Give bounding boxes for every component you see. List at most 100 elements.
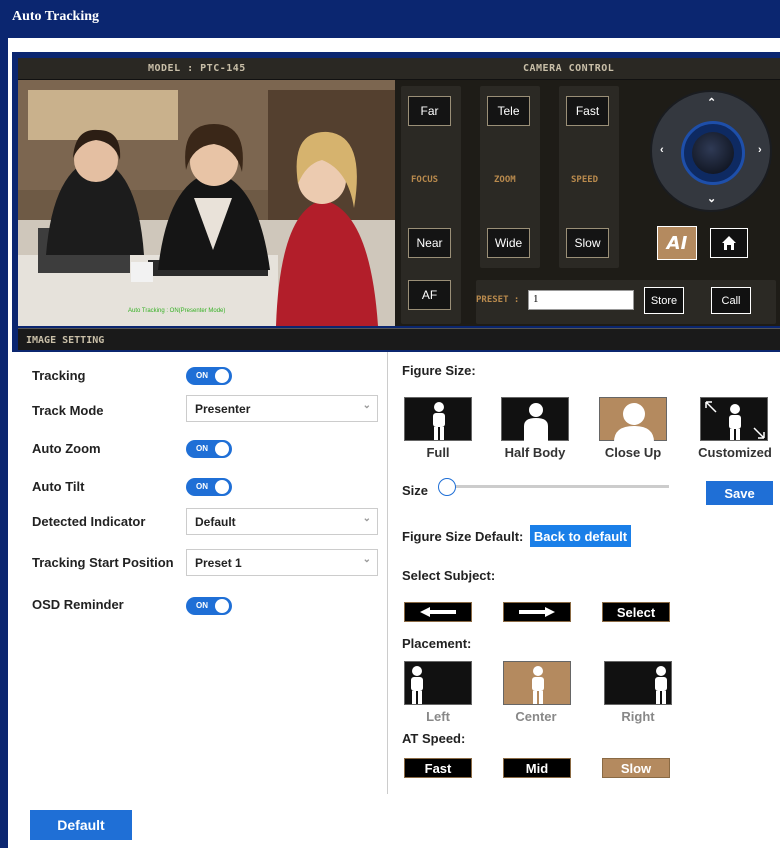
size-label: Size <box>402 483 429 498</box>
focus-near-button[interactable]: Near <box>408 228 451 258</box>
customized-size-icon <box>705 401 765 440</box>
auto-zoom-label: Auto Zoom <box>32 441 101 456</box>
auto-tilt-toggle[interactable]: ON <box>186 478 232 496</box>
figure-full-option[interactable] <box>404 397 472 441</box>
ai-tracking-button[interactable]: AI <box>657 226 697 260</box>
track-mode-label: Track Mode <box>32 403 104 418</box>
tracking-label: Tracking <box>32 368 86 383</box>
home-button[interactable] <box>710 228 748 258</box>
default-button[interactable]: Default <box>30 810 132 840</box>
person-center-icon <box>532 666 544 704</box>
close-up-icon <box>614 403 654 442</box>
video-preview: Auto Tracking : ON(Presenter Mode) <box>18 80 395 326</box>
column-divider <box>387 352 388 794</box>
preset-input[interactable]: 1 <box>528 290 634 310</box>
figure-half-body-caption: Half Body <box>504 445 566 460</box>
figure-customized-option[interactable] <box>700 397 768 441</box>
window-title: Auto Tracking <box>0 0 780 38</box>
camera-header: MODEL : PTC-145 CAMERA CONTROL <box>18 58 780 80</box>
at-speed-title: AT Speed: <box>402 731 466 746</box>
auto-tilt-label: Auto Tilt <box>32 479 85 494</box>
pan-up-icon[interactable]: ⌃ <box>707 96 716 109</box>
detected-indicator-label: Detected Indicator <box>32 514 146 529</box>
pan-left-icon[interactable]: ‹ <box>660 144 664 156</box>
at-speed-slow-button[interactable]: Slow <box>602 758 670 778</box>
camera-control-label: CAMERA CONTROL <box>523 63 615 74</box>
tracking-start-position-value: Preset 1 <box>195 556 242 570</box>
osd-reminder-label: OSD Reminder <box>32 597 124 612</box>
toggle-knob <box>215 369 229 383</box>
call-button[interactable]: Call <box>711 287 751 314</box>
placement-left-caption: Left <box>426 709 450 724</box>
back-to-default-button[interactable]: Back to default <box>530 525 631 547</box>
osd-reminder-toggle[interactable]: ON <box>186 597 232 615</box>
joystick-ball[interactable] <box>692 132 734 174</box>
subject-next-button[interactable] <box>503 602 571 622</box>
model-label: MODEL : PTC-145 <box>148 63 246 74</box>
track-mode-select[interactable]: Presenter ⌄ <box>186 395 378 422</box>
at-speed-mid-button[interactable]: Mid <box>503 758 571 778</box>
person-left-icon <box>411 666 423 704</box>
speed-slow-button[interactable]: Slow <box>566 228 609 258</box>
detected-indicator-value: Default <box>195 515 236 529</box>
at-speed-fast-button[interactable]: Fast <box>404 758 472 778</box>
joystick-ring <box>681 121 745 185</box>
person-right-icon <box>655 666 667 704</box>
home-icon <box>722 236 736 250</box>
placement-center-option[interactable] <box>503 661 571 705</box>
tracking-start-position-label: Tracking Start Position <box>32 555 174 570</box>
save-button[interactable]: Save <box>706 481 773 505</box>
image-setting-title: IMAGE SETTING <box>26 335 105 346</box>
toggle-on-text: ON <box>196 601 208 610</box>
toggle-on-text: ON <box>196 371 208 380</box>
track-mode-value: Presenter <box>195 402 251 416</box>
half-body-icon <box>524 403 548 442</box>
video-status-text: Auto Tracking : ON(Presenter Mode) <box>128 308 226 314</box>
title-gap <box>8 38 780 46</box>
auto-tracking-window: Auto Tracking MODEL : PTC-145 CAMERA CON… <box>0 0 780 848</box>
size-slider-track[interactable] <box>441 485 669 488</box>
toggle-knob <box>215 480 229 494</box>
toggle-knob <box>215 442 229 456</box>
preset-label: PRESET : <box>476 295 520 305</box>
pan-right-icon[interactable]: › <box>758 144 762 156</box>
figure-close-up-caption: Close Up <box>604 445 662 460</box>
placement-right-caption: Right <box>621 709 655 724</box>
full-body-icon <box>433 402 445 440</box>
placement-left-option[interactable] <box>404 661 472 705</box>
placement-right-option[interactable] <box>604 661 672 705</box>
speed-fast-button[interactable]: Fast <box>566 96 609 126</box>
store-button[interactable]: Store <box>644 287 684 314</box>
detected-indicator-select[interactable]: Default ⌄ <box>186 508 378 535</box>
subject-select-button[interactable]: Select <box>602 602 670 622</box>
auto-zoom-toggle[interactable]: ON <box>186 440 232 458</box>
window-left-border <box>0 0 8 848</box>
figure-half-body-option[interactable] <box>501 397 569 442</box>
ptz-joystick[interactable]: ⌃ ⌄ ‹ › <box>650 90 772 212</box>
tracking-toggle[interactable]: ON <box>186 367 232 385</box>
placement-title: Placement: <box>402 636 472 651</box>
zoom-wide-button[interactable]: Wide <box>487 228 530 258</box>
arrow-left-icon <box>420 607 456 617</box>
subject-previous-button[interactable] <box>404 602 472 622</box>
tracking-start-position-select[interactable]: Preset 1 ⌄ <box>186 549 378 576</box>
figure-size-default-label: Figure Size Default: <box>402 529 524 544</box>
chevron-down-icon: ⌄ <box>362 400 371 411</box>
zoom-tele-button[interactable]: Tele <box>487 96 530 126</box>
figure-full-caption: Full <box>426 445 450 460</box>
size-slider-handle[interactable] <box>438 478 456 496</box>
zoom-label: ZOOM <box>494 175 516 185</box>
video-scene <box>18 80 395 326</box>
arrow-right-icon <box>519 607 555 617</box>
figure-close-up-option[interactable] <box>599 397 667 442</box>
select-subject-title: Select Subject: <box>402 568 496 583</box>
af-button[interactable]: AF <box>408 280 451 310</box>
pan-down-icon[interactable]: ⌄ <box>707 192 716 205</box>
focus-far-button[interactable]: Far <box>408 96 451 126</box>
focus-label: FOCUS <box>411 175 439 185</box>
chevron-down-icon: ⌄ <box>362 513 371 524</box>
toggle-on-text: ON <box>196 482 208 491</box>
camera-panel: MODEL : PTC-145 CAMERA CONTROL Auto Trac… <box>18 58 780 326</box>
chevron-down-icon: ⌄ <box>362 554 371 565</box>
figure-customized-caption: Customized <box>698 445 772 460</box>
